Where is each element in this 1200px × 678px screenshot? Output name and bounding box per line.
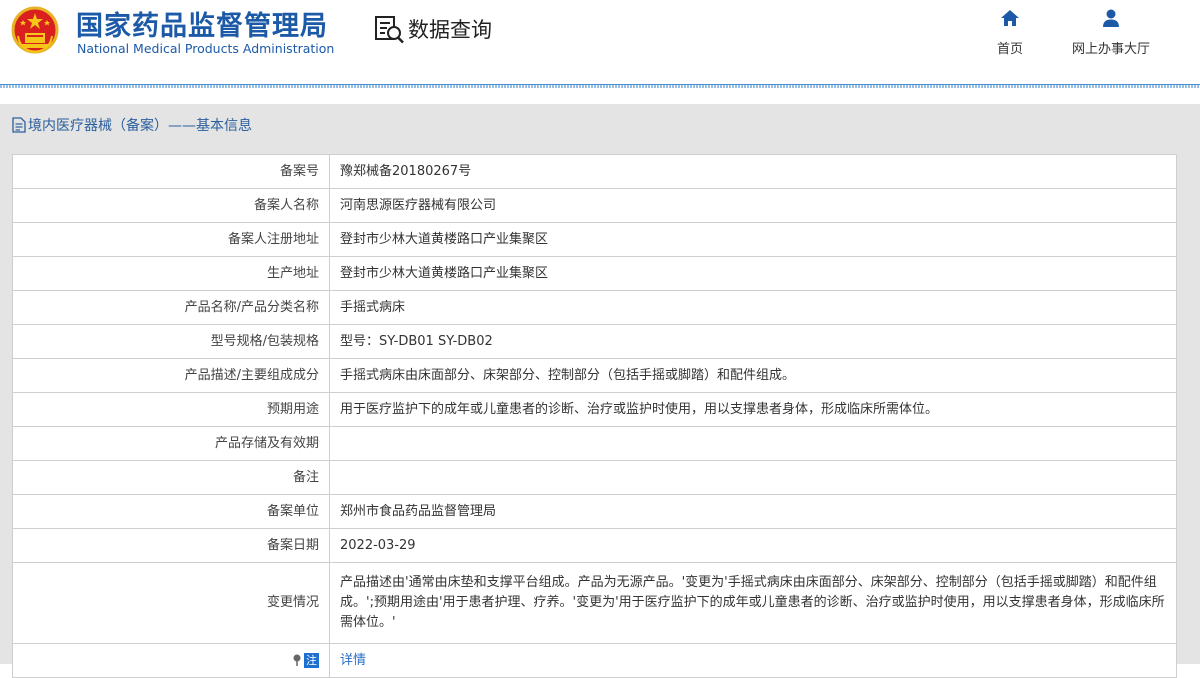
row-label-production-address: 生产地址 [12, 256, 330, 291]
data-query-label: 数据查询 [408, 18, 492, 42]
row-label-registered-address: 备案人注册地址 [12, 222, 330, 257]
table-row: 产品名称/产品分类名称 手摇式病床 [12, 290, 1177, 325]
row-label-filing-unit: 备案单位 [12, 494, 330, 529]
content-panel: 境内医疗器械（备案）——基本信息 备案号 豫郑械备20180267号 备案人名称… [0, 104, 1200, 678]
table-row: 产品描述/主要组成成分 手摇式病床由床面部分、床架部分、控制部分（包括手摇或脚踏… [12, 358, 1177, 393]
data-query-heading: 数据查询 [374, 14, 492, 44]
nav-online-hall-label: 网上办事大厅 [1071, 42, 1150, 57]
row-value-filer-name: 河南思源医疗器械有限公司 [329, 188, 1177, 223]
info-table: 备案号 豫郑械备20180267号 备案人名称 河南思源医疗器械有限公司 备案人… [12, 154, 1177, 678]
detail-link[interactable]: 详情 [340, 653, 366, 668]
row-value-production-address: 登封市少林大道黄楼路口产业集聚区 [329, 256, 1177, 291]
home-icon [1001, 10, 1019, 26]
row-value-intended-use: 用于医疗监护下的成年或儿童患者的诊断、治疗或监护时使用，用以支撑患者身体，形成临… [329, 392, 1177, 427]
table-row: 预期用途 用于医疗监护下的成年或儿童患者的诊断、治疗或监护时使用，用以支撑患者身… [12, 392, 1177, 427]
row-label-product-description: 产品描述/主要组成成分 [12, 358, 330, 393]
table-row: 注 详情 [12, 643, 1177, 678]
national-emblem-icon [10, 6, 60, 56]
row-label-note: 注 [12, 643, 330, 678]
row-value-filing-unit: 郑州市食品药品监督管理局 [329, 494, 1177, 529]
row-value-filing-date: 2022-03-29 [329, 528, 1177, 563]
table-row: 型号规格/包装规格 型号：SY-DB01 SY-DB02 [12, 324, 1177, 359]
note-badge: 注 [304, 652, 319, 668]
table-row: 生产地址 登封市少林大道黄楼路口产业集聚区 [12, 256, 1177, 291]
row-value-model-spec: 型号：SY-DB01 SY-DB02 [329, 324, 1177, 359]
site-title-cn: 国家药品监督管理局 [76, 11, 328, 42]
pin-icon [293, 654, 301, 666]
row-value-record-number: 豫郑械备20180267号 [329, 154, 1177, 189]
table-row: 备案号 豫郑械备20180267号 [12, 154, 1177, 189]
table-row: 备案单位 郑州市食品药品监督管理局 [12, 494, 1177, 529]
document-search-icon [374, 14, 406, 44]
document-icon [12, 117, 26, 133]
row-label-filing-date: 备案日期 [12, 528, 330, 563]
nav-online-hall[interactable]: 网上办事大厅 [1066, 8, 1156, 57]
table-row: 备案人名称 河南思源医疗器械有限公司 [12, 188, 1177, 223]
site-header: 国家药品监督管理局 National Medical Products Admi… [0, 0, 1200, 84]
user-icon [1103, 9, 1119, 27]
table-row: 变更情况 产品描述由'通常由床垫和支撑平台组成。产品为无源产品。'变更为'手摇式… [12, 562, 1177, 644]
row-value-registered-address: 登封市少林大道黄楼路口产业集聚区 [329, 222, 1177, 257]
table-row: 产品存储及有效期 [12, 426, 1177, 461]
row-value-product-description: 手摇式病床由床面部分、床架部分、控制部分（包括手摇或脚踏）和配件组成。 [329, 358, 1177, 393]
row-value-changes: 产品描述由'通常由床垫和支撑平台组成。产品为无源产品。'变更为'手摇式病床由床面… [329, 562, 1177, 644]
table-row: 备案日期 2022-03-29 [12, 528, 1177, 563]
row-label-changes: 变更情况 [12, 562, 330, 644]
site-title-en: National Medical Products Administration [77, 41, 335, 56]
panel-title-text: 境内医疗器械（备案）——基本信息 [28, 118, 252, 134]
row-label-remarks: 备注 [12, 460, 330, 495]
table-row: 备案人注册地址 登封市少林大道黄楼路口产业集聚区 [12, 222, 1177, 257]
row-value-detail: 详情 [329, 643, 1177, 678]
row-value-product-name: 手摇式病床 [329, 290, 1177, 325]
table-row: 备注 [12, 460, 1177, 495]
nav-home[interactable]: 首页 [990, 8, 1030, 57]
row-label-storage-validity: 产品存储及有效期 [12, 426, 330, 461]
row-label-intended-use: 预期用途 [12, 392, 330, 427]
info-table-wrapper: 备案号 豫郑械备20180267号 备案人名称 河南思源医疗器械有限公司 备案人… [12, 154, 1177, 678]
row-label-filer-name: 备案人名称 [12, 188, 330, 223]
row-label-model-spec: 型号规格/包装规格 [12, 324, 330, 359]
row-label-product-name: 产品名称/产品分类名称 [12, 290, 330, 325]
nav-home-label: 首页 [996, 42, 1023, 57]
panel-title: 境内医疗器械（备案）——基本信息 [12, 114, 252, 136]
row-value-storage-validity [329, 426, 1177, 461]
row-label-record-number: 备案号 [12, 154, 330, 189]
header-divider-line [0, 84, 1200, 85]
row-value-remarks [329, 460, 1177, 495]
note-icon: 注 [292, 652, 319, 668]
